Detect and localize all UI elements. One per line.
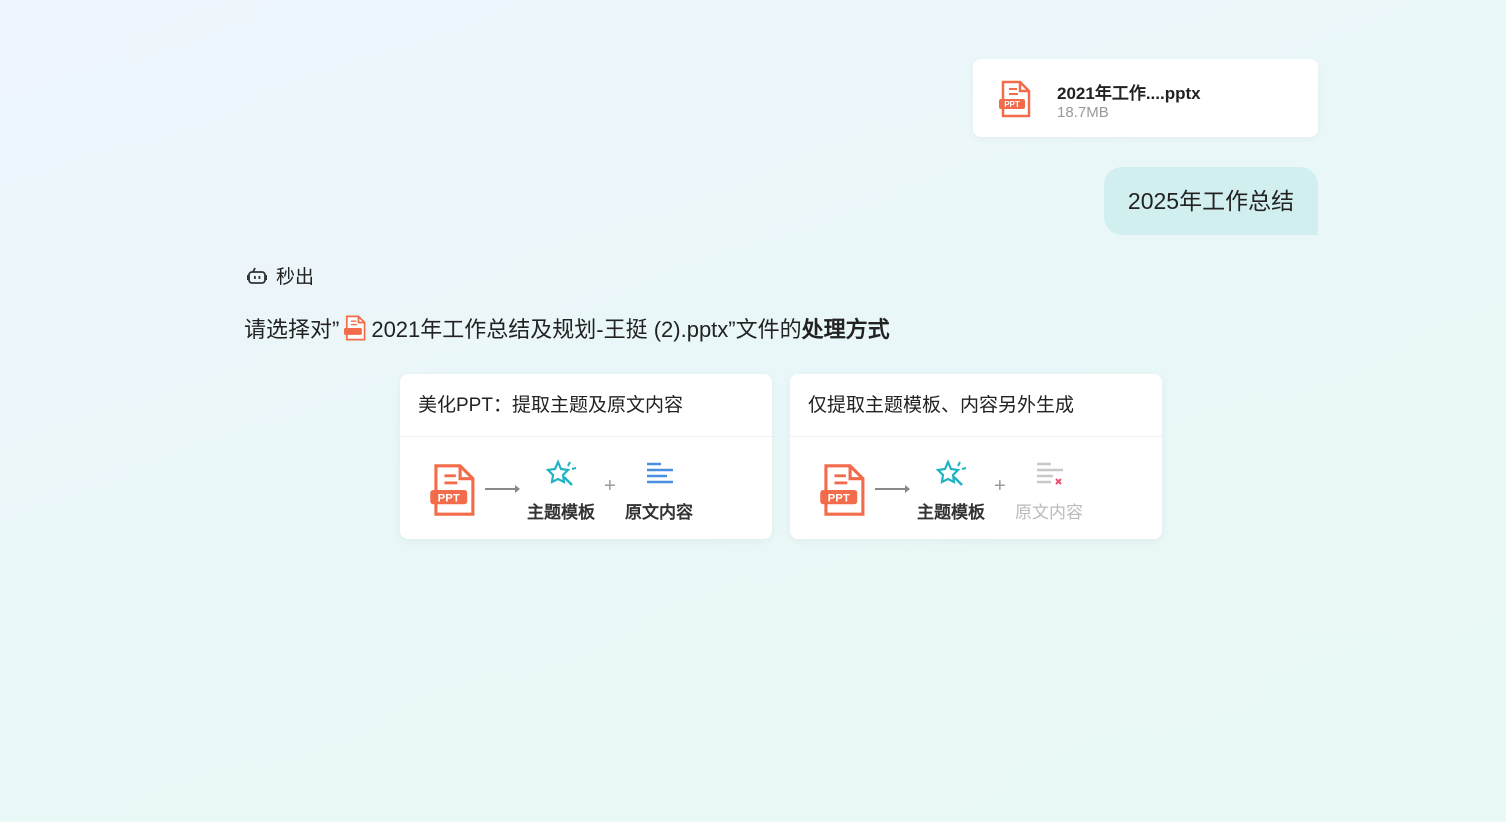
option-title: 仅提取主题模板、内容另外生成	[790, 374, 1162, 437]
theme-template-label: 主题模板	[527, 503, 595, 522]
svg-text:PPT: PPT	[1004, 100, 1020, 109]
bot-name: 秒出	[276, 267, 315, 288]
original-content-label: 原文内容	[625, 503, 693, 522]
file-size: 18.7MB	[1057, 104, 1109, 121]
magic-wand-icon	[936, 459, 967, 486]
prompt-emphasis: 处理方式	[801, 317, 890, 342]
bot-header: 秒出	[246, 262, 314, 289]
original-content-label-disabled: 原文内容	[1015, 503, 1083, 522]
svg-text:PPT: PPT	[828, 492, 850, 504]
ppt-file-icon: PPT	[430, 464, 475, 516]
svg-text:PPT: PPT	[438, 492, 460, 504]
file-name: 2021年工作....pptx	[1057, 84, 1201, 103]
arrow-icon	[485, 485, 520, 493]
ppt-file-icon: PPT	[820, 464, 865, 516]
user-message-bubble: 2025年工作总结	[1104, 167, 1318, 235]
option-beautify-ppt[interactable]: 美化PPT：提取主题及原文内容 PPT + 主题模板 原文内容	[400, 374, 772, 539]
arrow-icon	[875, 485, 910, 493]
ppt-file-icon: PPT	[999, 80, 1031, 118]
plus-icon: +	[994, 475, 1006, 497]
robot-icon	[247, 267, 267, 284]
magic-wand-icon	[546, 459, 577, 486]
ppt-file-icon	[344, 315, 366, 341]
option-theme-only[interactable]: 仅提取主题模板、内容另外生成 PPT + 主题模板 原文内容	[790, 374, 1162, 539]
plus-icon: +	[604, 475, 616, 497]
prompt-file-name: 2021年工作总结及规划-王挺 (2).pptx	[371, 317, 729, 342]
prompt-text: 请选择对” 2021年工作总结及规划-王挺 (2).pptx ”文件的 处理方式	[244, 312, 890, 344]
prompt-suffix: ”文件的	[728, 317, 802, 342]
prompt-prefix: 请选择对”	[244, 317, 340, 342]
theme-template-label: 主题模板	[917, 503, 985, 522]
option-title: 美化PPT：提取主题及原文内容	[400, 374, 772, 437]
text-lines-excluded-icon	[1037, 462, 1063, 485]
text-lines-icon	[647, 462, 673, 484]
uploaded-file-card[interactable]: PPT 2021年工作....pptx 18.7MB	[973, 59, 1318, 137]
